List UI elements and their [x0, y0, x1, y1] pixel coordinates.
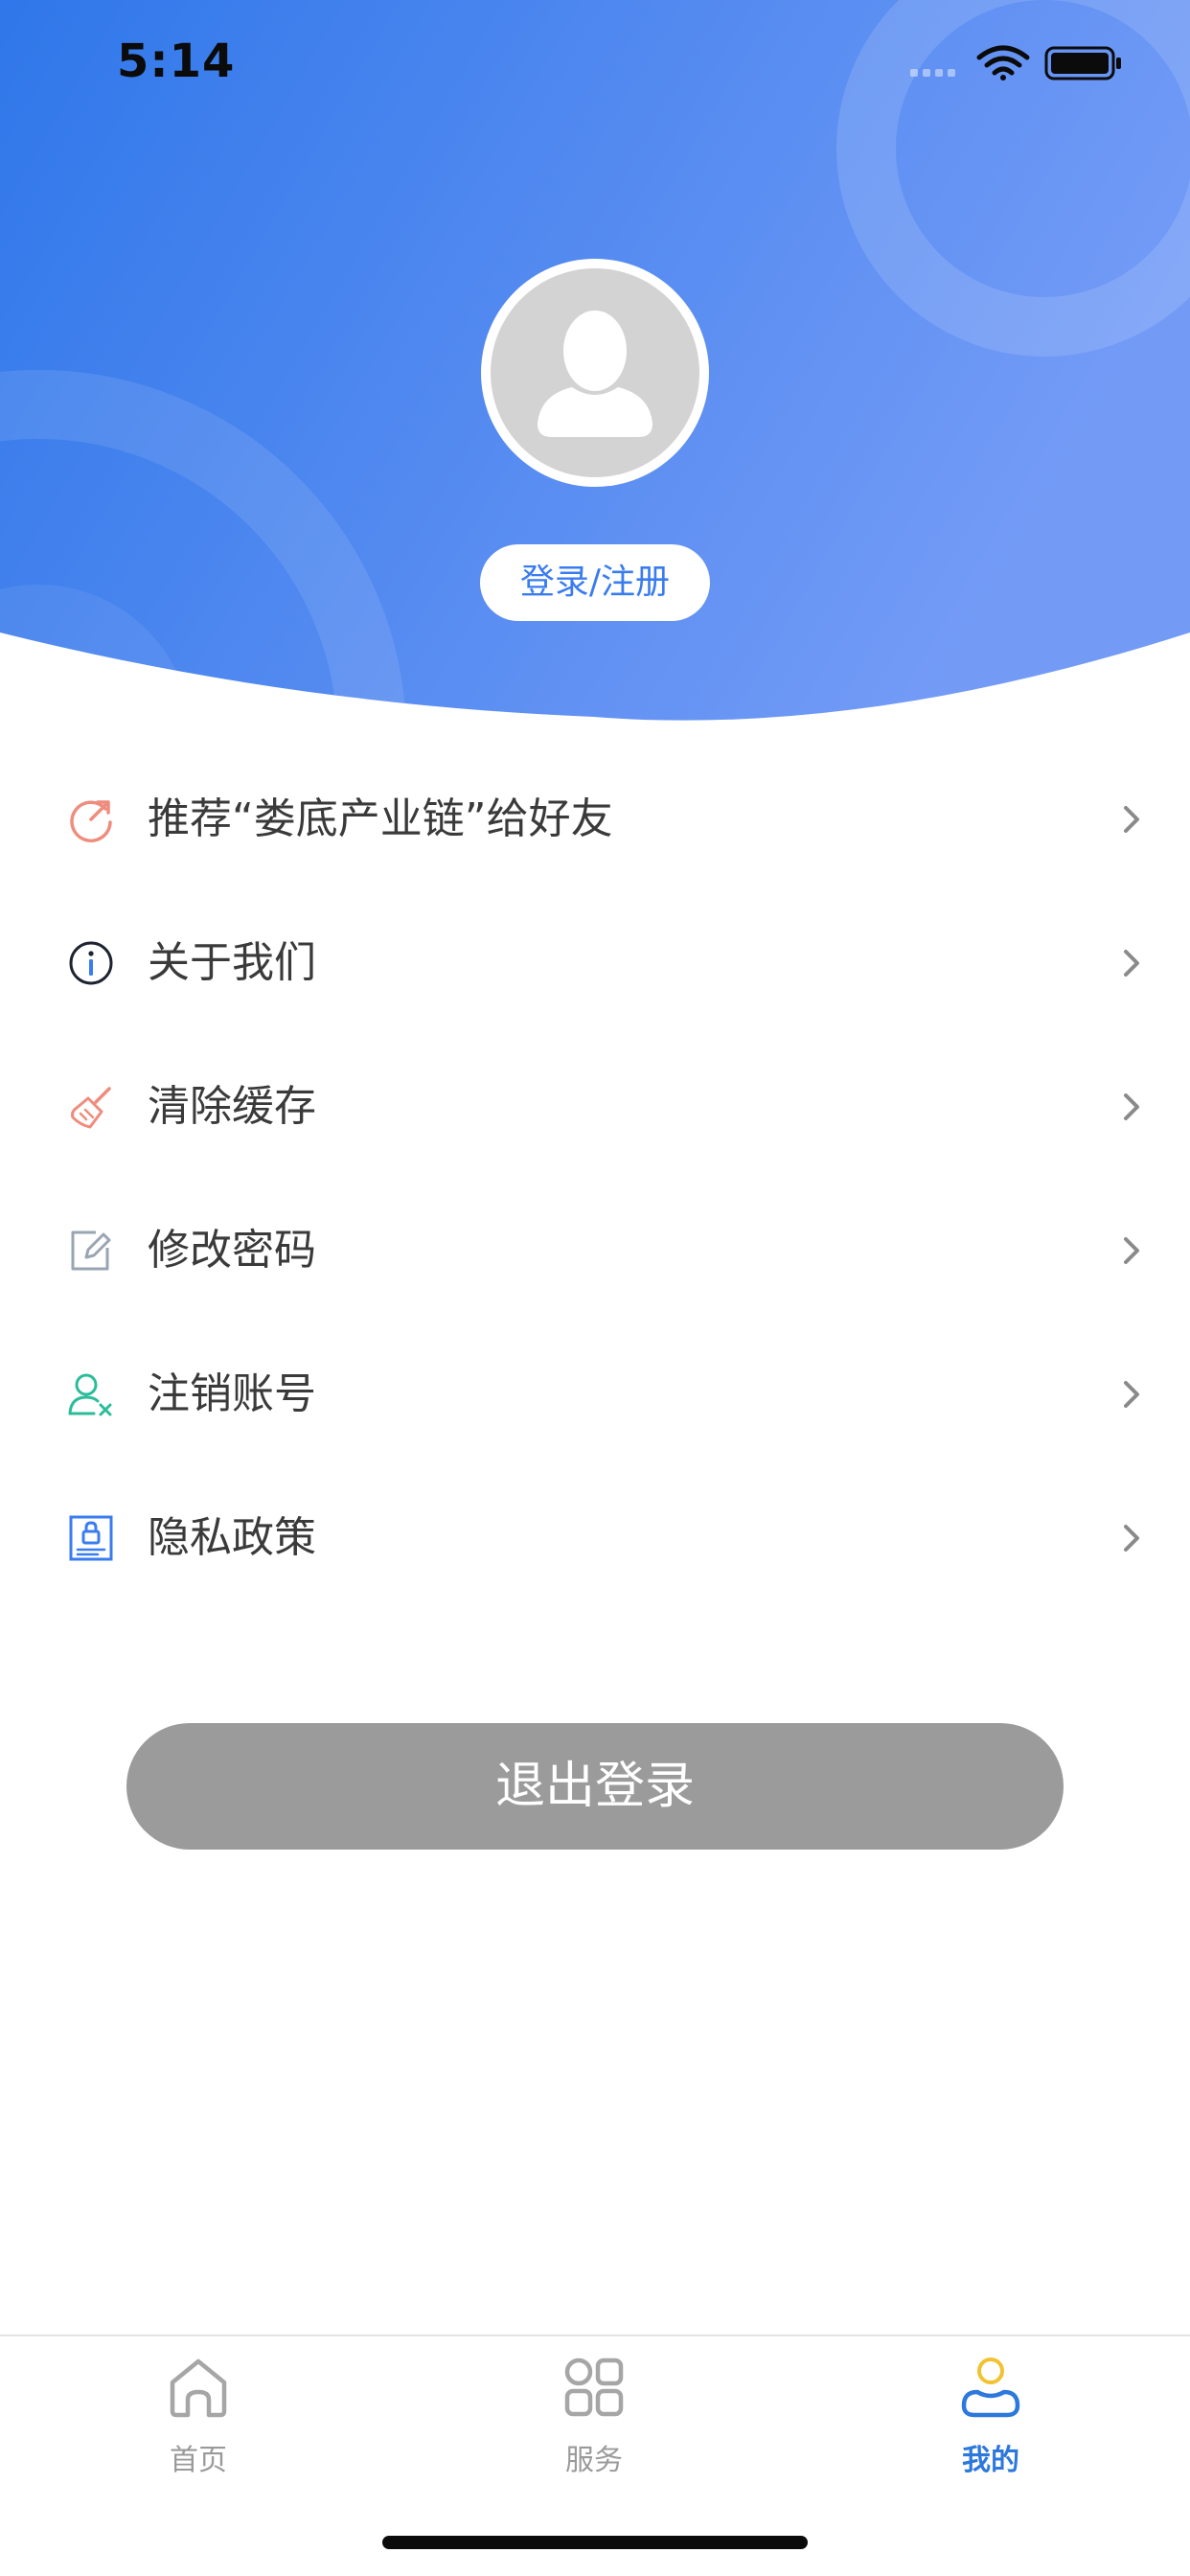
menu-item-privacy-policy[interactable]: 隐私政策: [0, 1466, 1190, 1610]
tab-mine[interactable]: 我的: [895, 2336, 1087, 2499]
menu-item-recommend[interactable]: 推荐“娄底产业链”给好友: [0, 748, 1190, 891]
chevron-right-icon: [1124, 806, 1139, 833]
info-icon: [69, 941, 113, 985]
wifi-icon: [976, 45, 1030, 76]
default-avatar-icon: [491, 268, 699, 477]
menu-item-deactivate-account[interactable]: 注销账号: [0, 1322, 1190, 1466]
battery-icon: [1044, 46, 1121, 80]
menu-item-label: 关于我们: [148, 938, 316, 987]
tab-label: 我的: [962, 2444, 1019, 2477]
profile-icon: [961, 2358, 1020, 2418]
settings-menu: 推荐“娄底产业链”给好友 关于我们 清除缓存 修改密码 注销账号 隐私政策: [0, 748, 1190, 1610]
profile-header: 5:14 登录/注册: [0, 0, 1190, 728]
tab-home[interactable]: 首页: [103, 2336, 294, 2499]
menu-item-label: 清除缓存: [148, 1082, 316, 1131]
home-icon: [170, 2358, 227, 2418]
tab-services[interactable]: 服务: [498, 2336, 690, 2499]
menu-item-about[interactable]: 关于我们: [0, 891, 1190, 1035]
profile-page: 5:14 登录/注册 推荐“娄底产业链”给好友 关于我们 清除缓存 修改密码 注…: [0, 0, 1190, 2576]
chevron-right-icon: [1124, 1093, 1139, 1120]
logout-button[interactable]: 退出登录: [126, 1723, 1064, 1850]
chevron-right-icon: [1124, 1237, 1139, 1264]
menu-item-label: 隐私政策: [148, 1513, 316, 1562]
login-register-button[interactable]: 登录/注册: [480, 544, 710, 621]
tab-label: 首页: [170, 2444, 227, 2477]
broom-icon: [71, 1087, 111, 1129]
menu-item-label: 推荐“娄底产业链”给好友: [148, 794, 613, 843]
menu-item-label: 注销账号: [148, 1369, 316, 1418]
share-icon: [70, 800, 112, 842]
menu-item-clear-cache[interactable]: 清除缓存: [0, 1035, 1190, 1179]
avatar[interactable]: [481, 259, 709, 487]
privacy-lock-icon: [69, 1515, 113, 1561]
user-remove-icon: [68, 1373, 112, 1416]
grid-icon: [564, 2358, 624, 2417]
edit-icon: [71, 1230, 111, 1271]
chevron-right-icon: [1124, 950, 1139, 977]
tab-label: 服务: [565, 2444, 623, 2477]
chevron-right-icon: [1124, 1525, 1139, 1552]
home-indicator: [382, 2536, 808, 2549]
status-icons: [910, 45, 1121, 80]
menu-item-change-password[interactable]: 修改密码: [0, 1179, 1190, 1322]
menu-item-label: 修改密码: [148, 1226, 316, 1275]
chevron-right-icon: [1124, 1381, 1139, 1408]
status-time: 5:14: [117, 34, 236, 88]
cellular-signal-icon: [910, 69, 955, 77]
